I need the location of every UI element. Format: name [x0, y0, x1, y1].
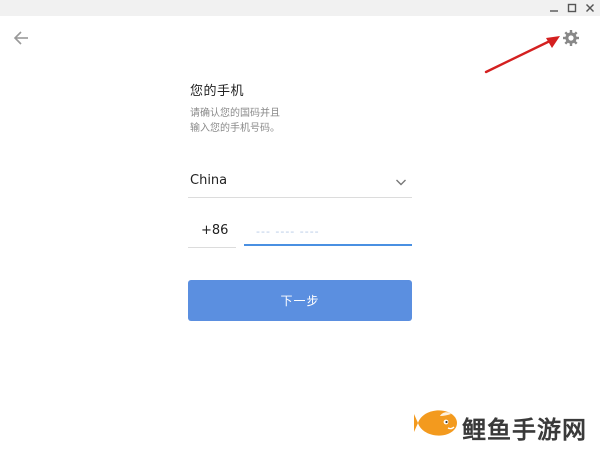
country-code-value: +86	[201, 223, 229, 238]
country-code-field[interactable]: +86	[188, 218, 236, 248]
title-bar	[0, 0, 600, 16]
subtitle-line-1: 请确认您的国码并且	[190, 108, 280, 119]
watermark-text: 鲤鱼手游网	[462, 416, 587, 444]
fish-logo-icon	[414, 410, 457, 436]
next-button[interactable]: 下一步	[188, 280, 412, 321]
page-subtitle: 请确认您的国码并且 输入您的手机号码。	[190, 106, 330, 136]
page-title: 您的手机	[190, 84, 245, 99]
app-window: 您的手机 请确认您的国码并且 输入您的手机号码。 China +86 下一步 鲤…	[0, 0, 600, 450]
annotation-arrow	[484, 36, 560, 74]
minimize-icon[interactable]	[548, 2, 560, 14]
close-icon[interactable]	[584, 2, 596, 14]
chevron-down-icon	[396, 179, 406, 186]
maximize-icon[interactable]	[566, 2, 578, 14]
country-select[interactable]: China	[188, 168, 412, 198]
watermark: 鲤鱼手游网	[412, 400, 592, 448]
country-value: China	[190, 173, 228, 188]
subtitle-line-2: 输入您的手机号码。	[190, 123, 280, 134]
phone-number-input[interactable]	[244, 218, 412, 246]
arrow-left-icon[interactable]	[12, 28, 32, 48]
